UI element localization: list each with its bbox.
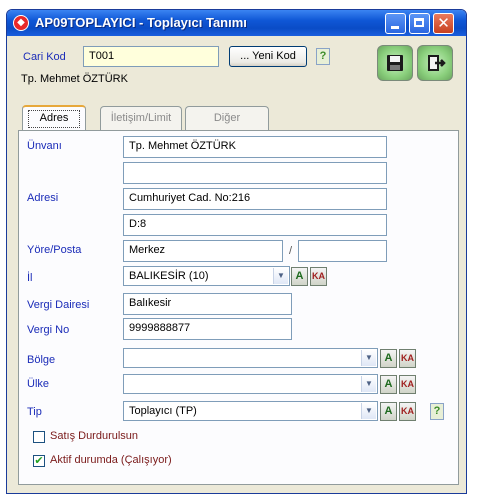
posta-input[interactable] [298, 240, 387, 262]
tab-iletisim-limit[interactable]: İletişim/Limit [100, 106, 182, 130]
close-button[interactable]: ✕ [433, 13, 454, 34]
aktif-durumda-checkbox[interactable]: ✔ [33, 455, 45, 467]
new-code-button[interactable]: ... Yeni Kod [229, 46, 307, 67]
tip-ka-button[interactable]: KA [399, 402, 416, 421]
maximize-button[interactable] [409, 13, 430, 34]
bolge-a-button[interactable]: A [380, 349, 397, 368]
tab-iletisim-label: İletişim/Limit [110, 112, 172, 124]
save-button[interactable] [377, 45, 413, 81]
tip-select[interactable]: Toplayıcı (TP) ▼ [123, 401, 378, 421]
chevron-down-icon[interactable]: ▼ [273, 268, 288, 284]
il-select[interactable]: BALIKESİR (10) ▼ [123, 266, 290, 286]
title-bar[interactable]: ◆ AP09TOPLAYICI - Toplayıcı Tanımı ✕ [7, 10, 466, 36]
exit-door-icon [428, 55, 446, 71]
tab-focus-rect [28, 110, 80, 128]
vergi-no-label: Vergi No [27, 324, 70, 336]
il-ka-button[interactable]: KA [310, 267, 327, 286]
il-a-button[interactable]: A [291, 267, 308, 286]
vergi-dairesi-input[interactable]: Balıkesir [123, 293, 292, 315]
chevron-down-icon[interactable]: ▼ [361, 376, 376, 392]
yore-input[interactable]: Merkez [123, 240, 283, 262]
app-logo-icon: ◆ [13, 15, 29, 31]
record-name: Tp. Mehmet ÖZTÜRK [21, 73, 128, 85]
ulke-ka-button[interactable]: KA [399, 375, 416, 394]
vergi-no-input[interactable]: 9999888877 [123, 318, 292, 340]
minimize-icon [391, 26, 399, 29]
tab-adres[interactable]: Adres [22, 105, 86, 131]
adres-input-1[interactable]: Cumhuriyet Cad. No:216 [123, 188, 387, 210]
satis-durdurulsun-label[interactable]: Satış Durdurulsun [50, 430, 138, 442]
vergi-dairesi-label: Vergi Dairesi [27, 299, 90, 311]
cari-kod-label: Cari Kod [23, 51, 66, 63]
adres-label: Adresi [27, 192, 59, 204]
ulke-select[interactable]: ▼ [123, 374, 378, 394]
tip-select-value: Toplayıcı (TP) [129, 405, 197, 417]
bolge-label: Bölge [27, 354, 56, 366]
app-window: ◆ AP09TOPLAYICI - Toplayıcı Tanımı ✕ Car… [6, 9, 467, 494]
close-icon: ✕ [437, 15, 450, 32]
exit-button[interactable] [417, 45, 453, 81]
bolge-ka-button[interactable]: KA [399, 349, 416, 368]
unvan-label: Ünvanı [27, 140, 62, 152]
unvan-input-1[interactable]: Tp. Mehmet ÖZTÜRK [123, 136, 387, 158]
ulke-a-button[interactable]: A [380, 375, 397, 394]
il-label: İl [27, 272, 33, 284]
satis-durdurulsun-checkbox[interactable] [33, 431, 45, 443]
help-icon[interactable]: ? [316, 48, 330, 65]
bolge-select[interactable]: ▼ [123, 348, 378, 368]
tab-diger[interactable]: Diğer [185, 106, 269, 130]
cari-kod-input[interactable]: T001 [83, 46, 219, 67]
il-select-value: BALIKESİR (10) [129, 270, 209, 282]
adres-input-2[interactable]: D:8 [123, 214, 387, 236]
yore-posta-label: Yöre/Posta [27, 244, 82, 256]
chevron-down-icon[interactable]: ▼ [361, 403, 376, 419]
chevron-down-icon[interactable]: ▼ [361, 350, 376, 366]
tab-diger-label: Diğer [213, 112, 241, 124]
tip-a-button[interactable]: A [380, 402, 397, 421]
unvan-input-2[interactable] [123, 162, 387, 184]
floppy-disk-icon [387, 55, 403, 71]
tip-help-icon[interactable]: ? [430, 403, 444, 420]
window-title: AP09TOPLAYICI - Toplayıcı Tanımı [35, 15, 247, 30]
minimize-button[interactable] [385, 13, 406, 34]
yore-posta-separator: / [289, 245, 293, 257]
tip-label: Tip [27, 406, 42, 418]
aktif-durumda-label[interactable]: Aktif durumda (Çalışıyor) [50, 454, 172, 466]
maximize-icon [414, 18, 424, 27]
ulke-label: Ülke [27, 378, 50, 390]
